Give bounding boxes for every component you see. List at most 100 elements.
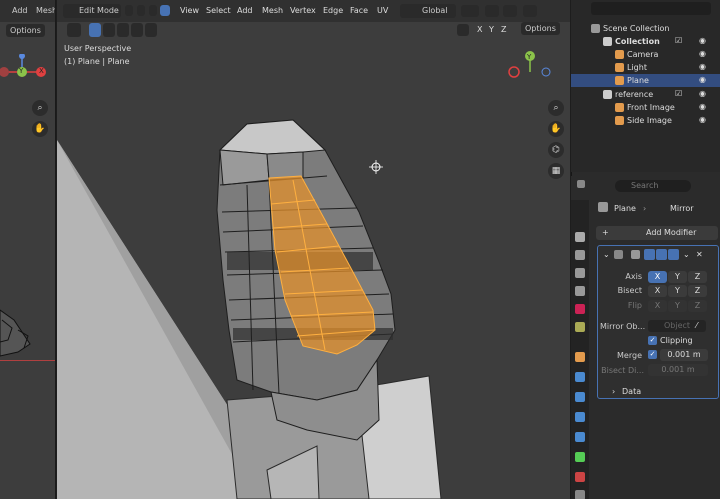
output-tab-icon[interactable] bbox=[575, 268, 585, 278]
select-subtract-icon[interactable] bbox=[117, 23, 129, 37]
menu-view[interactable]: View bbox=[180, 6, 199, 15]
left-zoom-icon[interactable]: ⌕ bbox=[32, 100, 48, 116]
data-subpanel-chevron-icon[interactable]: › bbox=[612, 387, 615, 396]
merge-checkbox[interactable]: ✓ bbox=[648, 350, 657, 359]
viewport-display-icon[interactable] bbox=[656, 249, 667, 260]
vertex-select-icon[interactable] bbox=[125, 5, 133, 16]
add-modifier-button[interactable]: + Add Modifier bbox=[596, 226, 718, 240]
tool-tab-icon[interactable] bbox=[575, 232, 585, 242]
camera-view-icon[interactable]: ⌬ bbox=[548, 142, 564, 158]
render-toggle-icon[interactable] bbox=[668, 249, 679, 260]
merge-distance-field[interactable]: 0.001 m bbox=[660, 349, 708, 361]
proportional-edit-icon[interactable] bbox=[503, 5, 517, 17]
outliner-row-scene-collection[interactable]: Scene Collection bbox=[571, 22, 720, 35]
outliner-row-reference[interactable]: reference ☑ ◉ bbox=[571, 88, 720, 101]
outliner-row-collection[interactable]: Collection ☑ ◉ bbox=[571, 35, 720, 48]
menu-select[interactable]: Select bbox=[206, 6, 231, 15]
axis-x-toggle[interactable]: X bbox=[648, 271, 667, 283]
select-invert-icon[interactable] bbox=[131, 23, 143, 37]
visibility-eye-icon[interactable]: ◉ bbox=[699, 62, 706, 71]
outliner-row-plane[interactable]: Plane ◉ bbox=[571, 74, 720, 87]
data-subpanel-label[interactable]: Data bbox=[622, 387, 641, 396]
left-viewport[interactable]: Add Mesh Options Y X ⌕ ✋ bbox=[0, 0, 56, 499]
outliner-row-light[interactable]: Light ◉ bbox=[571, 61, 720, 74]
outliner[interactable]: Scene Collection Collection ☑ ◉ Camera ◉… bbox=[571, 0, 720, 172]
menu-add[interactable]: Add bbox=[12, 6, 28, 15]
exclude-checkbox[interactable]: ☑ bbox=[675, 36, 682, 45]
editor-type-icon[interactable] bbox=[577, 180, 585, 188]
particles-tab-icon[interactable] bbox=[575, 392, 585, 402]
bisect-y-toggle[interactable]: Y bbox=[668, 285, 687, 297]
edit-cage-icon[interactable] bbox=[631, 250, 640, 259]
visibility-eye-icon[interactable]: ◉ bbox=[699, 75, 706, 84]
scene-tab-icon[interactable] bbox=[575, 304, 585, 314]
perspective-toggle-icon[interactable]: ▦ bbox=[548, 163, 564, 179]
outliner-row-camera[interactable]: Camera ◉ bbox=[571, 48, 720, 61]
snap-icon[interactable] bbox=[485, 5, 499, 17]
flip-z-toggle[interactable]: Z bbox=[688, 300, 707, 312]
menu-add[interactable]: Add bbox=[237, 6, 253, 15]
visibility-eye-icon[interactable]: ◉ bbox=[699, 89, 706, 98]
mirror-x-toggle[interactable]: X bbox=[477, 25, 482, 34]
main-3d-viewport[interactable] bbox=[57, 0, 570, 499]
close-icon[interactable]: ✕ bbox=[696, 250, 703, 259]
flip-x-toggle[interactable]: X bbox=[648, 300, 667, 312]
menu-mesh[interactable]: Mesh bbox=[36, 6, 55, 15]
properties-tabs[interactable] bbox=[571, 200, 589, 499]
texture-tab-icon[interactable] bbox=[575, 490, 585, 499]
pan-hand-icon[interactable]: ✋ bbox=[548, 121, 564, 137]
material-tab-icon[interactable] bbox=[575, 472, 585, 482]
mode-selector[interactable]: Edit Mode bbox=[63, 4, 121, 18]
visibility-eye-icon[interactable]: ◉ bbox=[699, 115, 706, 124]
left-nav-gizmo[interactable] bbox=[0, 54, 56, 94]
outliner-row-side-image[interactable]: Side Image ◉ bbox=[571, 114, 720, 127]
properties-search-input[interactable]: Search bbox=[615, 180, 691, 192]
outliner-row-front-image[interactable]: Front Image ◉ bbox=[571, 101, 720, 114]
menu-vertex[interactable]: Vertex bbox=[290, 6, 316, 15]
bisect-distance-field[interactable]: 0.001 m bbox=[648, 364, 708, 376]
collapse-chevron-icon[interactable]: ⌄ bbox=[603, 250, 610, 259]
transform-orientation-dropdown[interactable]: Global bbox=[400, 4, 456, 18]
world-tab-icon[interactable] bbox=[575, 322, 585, 332]
menu-edge[interactable]: Edge bbox=[323, 6, 343, 15]
eyedropper-icon[interactable]: ⁄ bbox=[696, 321, 697, 330]
mirror-axis-icon[interactable] bbox=[457, 24, 469, 36]
overlay-icon[interactable] bbox=[523, 5, 537, 17]
menu-face[interactable]: Face bbox=[350, 6, 368, 15]
axis-z-toggle[interactable]: Z bbox=[688, 271, 707, 283]
data-tab-icon[interactable] bbox=[575, 452, 585, 462]
physics-tab-icon[interactable] bbox=[575, 412, 585, 422]
bisect-z-toggle[interactable]: Z bbox=[688, 285, 707, 297]
exclude-checkbox[interactable]: ☑ bbox=[675, 89, 682, 98]
object-tab-icon[interactable] bbox=[575, 352, 585, 362]
visibility-eye-icon[interactable]: ◉ bbox=[699, 49, 706, 58]
select-intersect-icon[interactable] bbox=[145, 23, 157, 37]
mesh-scene[interactable] bbox=[57, 0, 570, 499]
mirror-y-toggle[interactable]: Y bbox=[489, 25, 494, 34]
menu-uv[interactable]: UV bbox=[377, 6, 388, 15]
bisect-x-toggle[interactable]: X bbox=[648, 285, 667, 297]
edge-select-icon[interactable] bbox=[137, 5, 145, 16]
edit-mode-toggle-icon[interactable] bbox=[644, 249, 655, 260]
outliner-filter-bar[interactable] bbox=[591, 2, 711, 15]
main-options-button[interactable]: Options bbox=[521, 22, 560, 35]
menu-mesh[interactable]: Mesh bbox=[262, 6, 283, 15]
face-select-icon[interactable] bbox=[149, 5, 157, 16]
select-box-icon[interactable] bbox=[89, 23, 101, 37]
visibility-eye-icon[interactable]: ◉ bbox=[699, 102, 706, 111]
active-select-mode-icon[interactable] bbox=[160, 5, 170, 16]
left-options-button[interactable]: Options bbox=[6, 24, 45, 37]
visibility-eye-icon[interactable]: ◉ bbox=[699, 36, 706, 45]
mirror-z-toggle[interactable]: Z bbox=[501, 25, 506, 34]
flip-y-toggle[interactable]: Y bbox=[668, 300, 687, 312]
cursor-tool-icon[interactable] bbox=[67, 23, 81, 37]
zoom-icon[interactable]: ⌕ bbox=[548, 100, 564, 116]
left-pan-hand-icon[interactable]: ✋ bbox=[32, 121, 48, 137]
modifier-tab-icon[interactable] bbox=[575, 372, 585, 382]
render-tab-icon[interactable] bbox=[575, 250, 585, 260]
constraints-tab-icon[interactable] bbox=[575, 432, 585, 442]
pivot-icon[interactable] bbox=[461, 5, 479, 17]
clipping-checkbox[interactable]: ✓ bbox=[648, 336, 657, 345]
view-layer-tab-icon[interactable] bbox=[575, 286, 585, 296]
select-extend-icon[interactable] bbox=[103, 23, 115, 37]
